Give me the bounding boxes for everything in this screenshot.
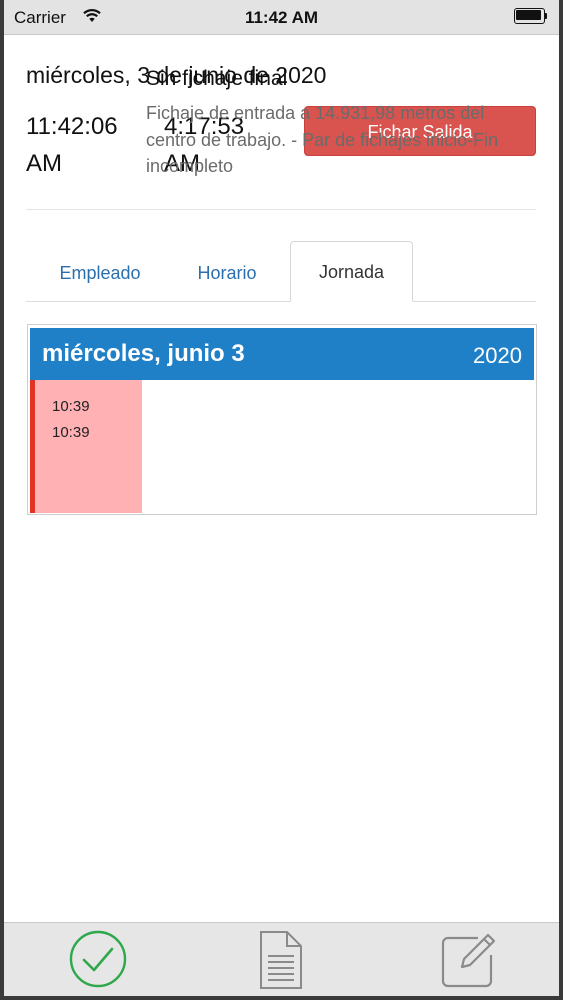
day-year: 2020 — [473, 343, 522, 368]
document-icon[interactable] — [256, 929, 306, 996]
entry-time-out: 10:39 — [52, 424, 90, 441]
edit-icon[interactable] — [438, 929, 500, 996]
tab-jornada[interactable]: Jornada — [290, 241, 413, 302]
entry-title[interactable]: Sin fichaje final — [146, 67, 287, 91]
entry-time-in: 10:39 — [52, 398, 90, 415]
status-bar: Carrier 11:42 AM — [4, 0, 559, 35]
status-time: 11:42 AM — [244, 8, 319, 27]
check-circle-icon[interactable] — [68, 929, 128, 994]
day-card: miércoles, junio 3 2020 10:39 10:39 — [27, 324, 537, 515]
bottom-tab-bar — [4, 922, 559, 996]
time-start: 11:42:06 AM — [26, 113, 118, 177]
battery-icon — [514, 8, 547, 24]
phone-screen: Carrier 11:42 AM miércoles, 3 de junio d… — [4, 0, 559, 996]
tab-empleado[interactable]: Empleado — [44, 246, 156, 301]
entry-time-block: 10:39 10:39 — [30, 380, 142, 513]
day-card-header: miércoles, junio 3 2020 — [30, 328, 534, 380]
divider — [26, 209, 536, 210]
entry-description: Fichaje de entrada a 14.931,98 metros de… — [146, 103, 499, 176]
tabs-underline — [26, 301, 536, 302]
tab-horario[interactable]: Horario — [182, 246, 272, 301]
day-title: miércoles, junio 3 — [42, 340, 245, 367]
